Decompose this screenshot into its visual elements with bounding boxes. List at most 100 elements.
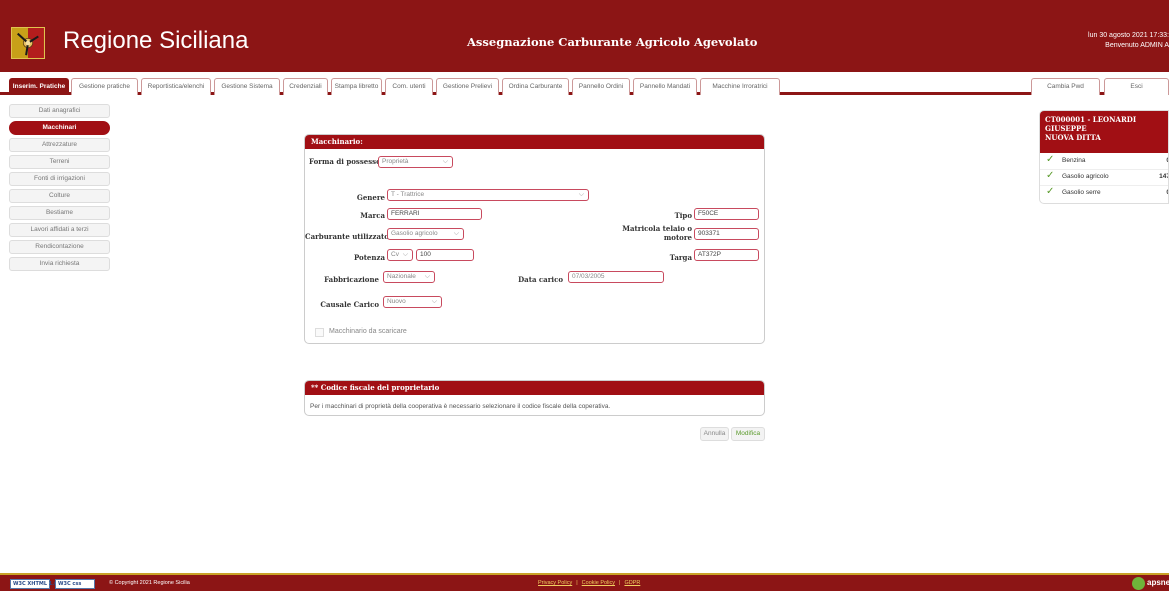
sidebar-item-macchinari[interactable]: Macchinari [9, 121, 110, 135]
tab-gestione-pratiche[interactable]: Gestione pratiche [71, 78, 138, 95]
carburante-select[interactable]: Gasolio agricolo ⌵ [387, 228, 464, 240]
brand-name: Regione Siciliana [63, 27, 249, 54]
causale-label: Causale Carico [320, 300, 379, 309]
matricola-label: Matricola telaio o motore [622, 224, 692, 242]
forma-possesso-label: Forma di possesso [309, 157, 381, 166]
sidebar-item-rendicontazione[interactable]: Rendicontazione [9, 240, 110, 254]
chevron-down-icon: ⌵ [578, 191, 584, 198]
sidebar-item-colture[interactable]: Colture [9, 189, 110, 203]
tipo-label: Tipo [674, 211, 692, 220]
welcome-text: Benvenuto ADMIN A [1105, 42, 1169, 49]
fuel-row-gasolio-agricolo: ✓ Gasolio agricolo 147 [1040, 170, 1169, 185]
marca-label: Marca [360, 211, 385, 220]
sidebar-item-bestiame[interactable]: Bestiame [9, 206, 110, 220]
genere-label: Genere [356, 193, 385, 202]
divider [1040, 169, 1168, 170]
tab-pannello-mandati[interactable]: Pannello Mandati [633, 78, 697, 95]
sidebar-item-terreni[interactable]: Terreni [9, 155, 110, 169]
marca-input[interactable]: FERRARI [387, 208, 482, 220]
tab-gestione-sistema[interactable]: Gestione Sistema [214, 78, 280, 95]
checkmark-icon: ✓ [1046, 186, 1055, 197]
separator: | [576, 580, 578, 586]
potenza-label: Potenza [353, 253, 385, 262]
tab-pannello-ordini[interactable]: Pannello Ordini [572, 78, 630, 95]
potenza-input[interactable]: 100 [416, 249, 474, 261]
data-carico-label: Data carico [518, 275, 563, 284]
targa-label: Targa [669, 253, 692, 262]
tab-com-utenti[interactable]: Com. utenti [385, 78, 433, 95]
tipo-input[interactable]: F50CE [694, 208, 759, 220]
datetime: lun 30 agosto 2021 17:33: [1088, 32, 1169, 39]
header: Regione Siciliana Assegnazione Carburant… [0, 0, 1169, 72]
company-status-box: CT000001 - LEONARDI GIUSEPPE NUOVA DITTA… [1039, 110, 1169, 204]
targa-input[interactable]: AT372P [694, 249, 759, 261]
fuel-row-gasolio-serre: ✓ Gasolio serre 0 [1040, 186, 1168, 201]
codice-fiscale-panel: ** Codice fiscale del proprietario Per i… [304, 380, 765, 416]
app-title: Assegnazione Carburante Agricolo Agevola… [467, 35, 758, 49]
tab-inserim-pratiche[interactable]: Inserim. Pratiche [9, 78, 69, 95]
codice-fiscale-text: Per i macchinari di proprietà della coop… [310, 403, 611, 410]
separator: | [619, 580, 621, 586]
exit-tab[interactable]: Esci [1104, 78, 1169, 95]
data-carico-input[interactable]: 07/03/2005 [568, 271, 664, 283]
checkmark-icon: ✓ [1046, 170, 1055, 181]
sidebar-item-attrezzature[interactable]: Attrezzature [9, 138, 110, 152]
footer: W3C XHTML 1.0 W3C css © Copyright 2021 R… [0, 573, 1169, 591]
chevron-down-icon: ⌵ [453, 230, 459, 237]
company-header: CT000001 - LEONARDI GIUSEPPE NUOVA DITTA [1040, 111, 1168, 153]
copyright-text: © Copyright 2021 Regione Sicilia [109, 580, 190, 586]
apsnet-logo[interactable]: apsne [1129, 577, 1169, 590]
fuel-value: 147 [1159, 173, 1169, 180]
scaricare-checkbox[interactable] [315, 328, 324, 337]
tab-gestione-prelievi[interactable]: Gestione Prelievi [436, 78, 499, 95]
company-type: NUOVA DITTA [1045, 133, 1101, 142]
potenza-unit-select[interactable]: Cv ⌵ [387, 249, 413, 261]
tab-reportistica[interactable]: Reportistica/elenchi [141, 78, 211, 95]
privacy-policy-link[interactable]: Privacy Policy [538, 580, 572, 586]
fuel-row-benzina: ✓ Benzina 0 [1040, 154, 1168, 169]
tab-ordina-carburante[interactable]: Ordina Carburante [502, 78, 569, 95]
fuel-name: Benzina [1062, 157, 1086, 164]
causale-select[interactable]: Nuovo ⌵ [383, 296, 442, 308]
sidebar-item-lavori-terzi[interactable]: Lavori affidati a terzi [9, 223, 110, 237]
chevron-down-icon: ⌵ [442, 158, 448, 165]
tab-macchine-irroratrici[interactable]: Macchine Irroratrici [700, 78, 780, 95]
carburante-label: Carburante utilizzato [305, 232, 389, 241]
checkmark-icon: ✓ [1046, 154, 1055, 165]
machine-form-panel: Macchinario: Forma di possesso Proprietà… [304, 134, 765, 344]
footer-links: Privacy Policy | Cookie Policy | GDPR [538, 580, 640, 586]
scaricare-label: Macchinario da scaricare [329, 328, 407, 335]
trinacria-logo-icon[interactable] [11, 27, 45, 59]
w3c-css-badge[interactable]: W3C css [55, 579, 95, 589]
sidebar-item-invia-richiesta[interactable]: Invia richiesta [9, 257, 110, 271]
chevron-down-icon: ⌵ [424, 273, 430, 280]
apsnet-logo-icon [1132, 577, 1145, 590]
chevron-down-icon: ⌵ [402, 251, 408, 258]
genere-select[interactable]: T - Trattrice ⌵ [387, 189, 589, 201]
tab-credenziali[interactable]: Credenziali [283, 78, 328, 95]
fuel-name: Gasolio agricolo [1062, 173, 1109, 180]
divider [1040, 185, 1168, 186]
company-code: CT000001 - LEONARDI [1045, 115, 1137, 124]
change-password-tab[interactable]: Cambia Pwd [1031, 78, 1100, 95]
company-name: GIUSEPPE [1045, 124, 1087, 133]
machine-form-title: Macchinario: [305, 135, 764, 149]
forma-possesso-select[interactable]: Proprietà ⌵ [378, 156, 453, 168]
sidebar-item-dati-anagrafici[interactable]: Dati anagrafici [9, 104, 110, 118]
user-info: lun 30 agosto 2021 17:33: Benvenuto ADMI… [1049, 31, 1169, 51]
cookie-policy-link[interactable]: Cookie Policy [582, 580, 615, 586]
fabbricazione-label: Fabbricazione [324, 275, 379, 284]
fabbricazione-select[interactable]: Nazionale ⌵ [383, 271, 435, 283]
cancel-button[interactable]: Annulla [700, 427, 729, 441]
main-tabbar: Inserim. Pratiche Gestione pratiche Repo… [0, 72, 1169, 95]
gdpr-link[interactable]: GDPR [624, 580, 640, 586]
app-root: Regione Siciliana Assegnazione Carburant… [0, 0, 1169, 591]
fuel-name: Gasolio serre [1062, 189, 1101, 196]
edit-button[interactable]: Modifica [731, 427, 765, 441]
chevron-down-icon: ⌵ [431, 298, 437, 305]
tab-stampa-libretto[interactable]: Stampa libretto [331, 78, 382, 95]
matricola-input[interactable]: 903371 [694, 228, 759, 240]
w3c-xhtml-badge[interactable]: W3C XHTML 1.0 [10, 579, 58, 589]
sidebar: Dati anagrafici Macchinari Attrezzature … [9, 104, 110, 274]
sidebar-item-fonti-irrigazioni[interactable]: Fonti di irrigazioni [9, 172, 110, 186]
